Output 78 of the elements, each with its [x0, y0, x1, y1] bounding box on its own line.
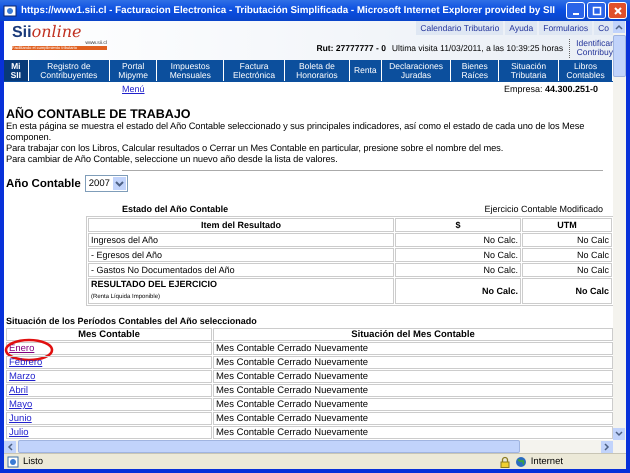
month-link[interactable]: Junio	[9, 413, 32, 424]
table-cell: Mes Contable Cerrado Nuevamente	[213, 370, 613, 383]
table-cell: - Egresos del Año	[88, 248, 394, 262]
last-visit-text: Ultima visita 11/03/2011, a las 10:39:25 horas	[392, 43, 564, 54]
table-cell: No Calc.	[395, 263, 521, 277]
scroll-right-icon[interactable]	[601, 440, 613, 452]
page-heading: AÑO CONTABLE DE TRABAJO	[6, 107, 192, 121]
column-header: UTM	[522, 218, 612, 232]
column-header: Mes Contable	[6, 328, 212, 341]
table-cell: No Calc	[522, 263, 612, 277]
table-cell: No Calc.	[395, 233, 521, 247]
intro-text: Para trabajar con los Libros, Calcular resultados o Cerrar un Mes Contable en particular, presione sobre el nombre del mes.	[6, 143, 504, 154]
page-icon	[7, 456, 19, 468]
company-text: Empresa: 44.300.251-0	[504, 84, 598, 94]
maximize-icon	[592, 6, 602, 16]
table-cell: Ingresos del Año	[88, 233, 394, 247]
browser-icon	[3, 4, 17, 18]
intro-text: componen.	[6, 132, 52, 143]
globe-icon	[514, 456, 527, 468]
scroll-down-icon[interactable]	[613, 428, 625, 440]
nav-tab[interactable]: Boleta de Honorarios	[284, 60, 350, 81]
table-cell: No Calc.	[395, 278, 521, 304]
table-cell: Mes Contable Cerrado Nuevamente	[213, 342, 613, 355]
scroll-thumb[interactable]	[18, 440, 520, 453]
top-link[interactable]: Co	[594, 21, 613, 35]
vertical-scrollbar[interactable]	[613, 21, 626, 440]
month-link[interactable]: Abril	[9, 385, 28, 396]
nav-tab[interactable]: Bienes Raíces	[451, 60, 499, 81]
year-label: Año Contable	[6, 178, 81, 190]
table-cell: Mes Contable Cerrado Nuevamente	[213, 412, 613, 425]
column-header: $	[395, 218, 521, 232]
scroll-up-icon[interactable]	[613, 21, 625, 33]
minimize-icon	[572, 12, 578, 14]
month-link[interactable]: Marzo	[9, 371, 36, 382]
nav-tab[interactable]: Impuestos Mensuales	[157, 60, 224, 81]
column-header: Item del Resultado	[88, 218, 394, 232]
table-cell: No Calc	[522, 278, 612, 304]
month-link[interactable]: Julio	[9, 427, 29, 438]
top-link[interactable]: Formularios	[539, 21, 592, 35]
close-button[interactable]	[608, 2, 627, 19]
lock-icon	[498, 456, 511, 468]
table-cell: Mes Contable Cerrado Nuevamente	[213, 384, 613, 397]
rut-text: Rut: 27777777 - 0	[316, 43, 386, 54]
table-cell: Mes Contable Cerrado Nuevamente	[213, 426, 613, 439]
close-icon	[612, 6, 622, 16]
table-cell: - Gastos No Documentados del Año	[88, 263, 394, 277]
table-cell: No Calc	[522, 248, 612, 262]
table-cell: Mes Contable Cerrado Nuevamente	[213, 356, 613, 369]
nav-tab[interactable]: Portal Mipyme	[110, 60, 158, 81]
nav-tab[interactable]: Mi SII	[4, 60, 29, 81]
scroll-thumb[interactable]	[613, 35, 626, 77]
minimize-button[interactable]	[566, 2, 585, 19]
year-dropdown[interactable]: 2007	[84, 175, 128, 192]
horizontal-scrollbar[interactable]	[4, 440, 626, 453]
table-cell: No Calc	[522, 233, 612, 247]
menu-link[interactable]: Menú	[122, 84, 145, 94]
nav-tab[interactable]: Situación Tributaria	[498, 60, 560, 81]
intro-text: En esta página se muestra el estado del Año Contable seleccionado y sus principales indicadores, así como el estado de cada uno de los Mese	[6, 121, 586, 132]
table-cell: No Calc.	[395, 248, 521, 262]
year-status-text: Ejercicio Contable Modificado	[484, 204, 603, 214]
nav-tab[interactable]: Renta	[350, 60, 382, 81]
month-link[interactable]: Febrero	[9, 357, 42, 368]
nav-tab[interactable]: Factura Electrónica	[224, 60, 285, 81]
table-title: Estado del Año Contable	[122, 204, 228, 214]
scroll-left-icon[interactable]	[4, 440, 16, 452]
status-text: Listo	[23, 456, 44, 467]
top-link[interactable]: Ayuda	[505, 21, 538, 35]
nav-tab[interactable]: Registro de Contribuyentes	[28, 60, 110, 81]
column-header: Situación del Mes Contable	[213, 328, 613, 341]
top-link[interactable]: Calendario Tributario	[416, 21, 504, 35]
zone-text: Internet	[530, 456, 563, 467]
intro-text: Para cambiar de Año Contable, seleccione un nuevo año desde la lista de valores.	[6, 154, 339, 165]
table-cell: Mes Contable Cerrado Nuevamente	[213, 398, 613, 411]
maximize-button[interactable]	[587, 2, 606, 19]
month-link[interactable]: Mayo	[9, 399, 32, 410]
nav-tab[interactable]: Declaraciones Juradas	[382, 60, 452, 81]
section-title: Situación de los Períodos Contables del Año seleccionado	[6, 316, 258, 326]
window-title: https://www1.sii.cl - Facturacion Electronica - Tributación Simplificada - Microsoft Internet Explorer provided by SII	[21, 5, 556, 16]
